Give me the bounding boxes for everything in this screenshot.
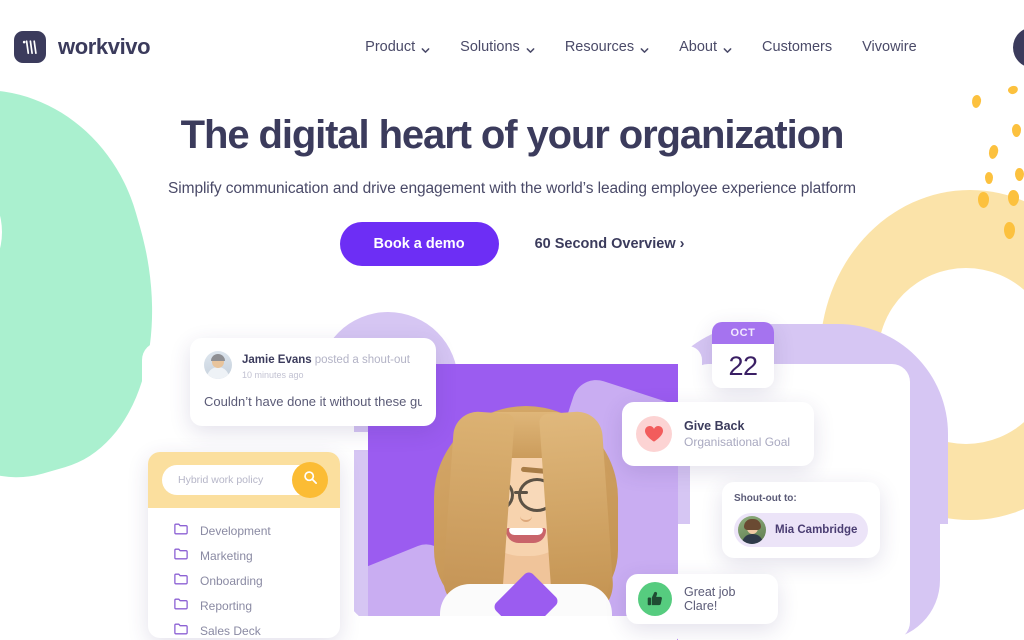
folder-icon [174,597,188,615]
hero-cta-row: Book a demo 60 Second Overview › [0,222,1024,267]
nav-item-customers[interactable]: Customers [762,39,832,55]
book-a-demo-header-button[interactable]: Book a Demo [1012,26,1024,68]
user-avatar [204,351,232,379]
folder-icon [174,522,188,540]
nav-item-resources[interactable]: Resources [565,39,649,55]
primary-navigation: Product Solutions Resources About Custom… [365,26,1024,68]
shoutout-timestamp: 10 minutes ago [242,370,304,380]
employee-portrait [426,390,626,640]
folder-name: Marketing [200,549,253,563]
praise-message: Great job Clare! [684,585,736,613]
workvivo-logo-mark-icon [14,31,46,63]
sixty-second-overview-link[interactable]: 60 Second Overview › [535,236,685,252]
brand-name: workvivo [58,34,151,59]
thumbs-up-icon [638,582,672,616]
hero-subheadline: Simplify communication and drive engagem… [168,180,856,198]
nav-item-label: About [679,39,718,55]
nav-item-label: Product [365,39,416,55]
shoutout-recipient-label: Shout-out to: [734,493,797,504]
folder-list-item[interactable]: Marketing [174,547,340,565]
folder-icon [174,622,188,638]
recipient-chip[interactable]: Mia Cambridge [734,513,868,547]
goal-subtitle: Organisational Goal [684,435,791,449]
nav-item-label: Solutions [460,39,520,55]
heart-icon [636,416,672,452]
calendar-month: OCT [730,327,756,339]
nav-item-label: Resources [564,39,635,55]
chevron-down-icon [421,43,430,53]
goal-title: Give Back [684,419,745,433]
search-header: Hybrid work policy [148,452,340,508]
chevron-down-icon [723,43,732,53]
hero-headline: The digital heart of your organization [180,113,845,157]
nav-item-label: Vivowire [862,39,917,55]
search-input-value: Hybrid work policy [178,474,264,486]
folder-name: Reporting [200,599,253,613]
organisational-goal-card[interactable]: Give Back Organisational Goal [622,402,814,466]
hero-section: The digital heart of your organization S… [0,112,1024,267]
shoutout-author-name: Jamie Evans [242,354,312,366]
shoutout-body-text: Couldn’t have done it without these gu [204,394,422,409]
nav-item-label: Customers [762,39,833,55]
user-avatar [738,516,766,544]
praise-reaction-card[interactable]: Great job Clare! [626,574,778,624]
brand-logo[interactable]: workvivo [14,31,151,63]
folder-icon [174,572,188,590]
nav-item-about[interactable]: About [679,39,732,55]
folder-list-item[interactable]: Reporting [174,597,340,615]
folder-list-item[interactable]: Development [174,522,340,540]
book-a-demo-button[interactable]: Book a demo [339,222,499,267]
chevron-down-icon [640,43,649,53]
folder-name: Onboarding [200,574,263,588]
nav-item-solutions[interactable]: Solutions [460,39,535,55]
search-icon [303,470,318,490]
folder-list: Development Marketing Onboarding Reporti… [148,508,340,638]
shoutout-author-row: Jamie Evans posted a shout-out 10 minutes… [204,350,422,380]
shoutout-post-card[interactable]: Jamie Evans posted a shout-out 10 minutes… [190,338,436,426]
confetti-dot [971,94,982,109]
page-root: workvivo Product Solutions Resources Abo… [0,0,1024,640]
folder-name: Development [200,524,271,538]
nav-item-product[interactable]: Product [365,39,430,55]
folder-icon [174,547,188,565]
folder-name: Sales Deck [200,624,261,638]
document-search-card[interactable]: Hybrid work policy Development Marketing… [148,452,340,638]
folder-list-item[interactable]: Onboarding [174,572,340,590]
calendar-date-card[interactable]: OCT 22 [712,322,774,388]
nav-item-vivowire[interactable]: Vivowire [862,39,917,55]
recipient-name: Mia Cambridge [775,524,858,536]
folder-list-item[interactable]: Sales Deck [174,622,340,638]
shoutout-recipient-card[interactable]: Shout-out to: Mia Cambridge [722,482,880,558]
calendar-day: 22 [728,350,758,381]
chevron-down-icon [526,43,535,53]
shoutout-action-text: posted a shout-out [314,354,410,366]
search-input[interactable]: Hybrid work policy [162,462,328,498]
search-button[interactable] [292,462,328,498]
site-header: workvivo Product Solutions Resources Abo… [0,0,1024,94]
calendar-month-header: OCT [712,322,774,344]
